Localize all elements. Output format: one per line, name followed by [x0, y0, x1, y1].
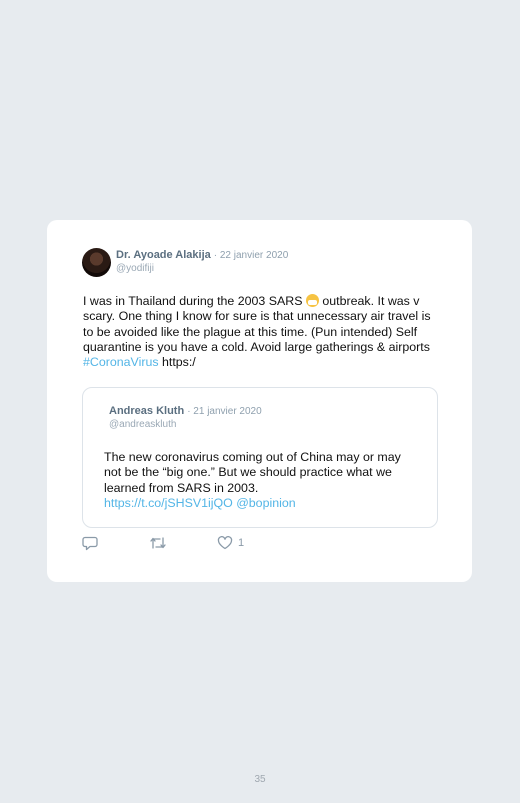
like-button[interactable]: 1 — [217, 536, 244, 550]
tweet-date: · 22 janvier 2020 — [213, 250, 289, 261]
face-with-medical-mask-icon — [305, 294, 319, 307]
tweet-text-part1: I was in Thailand during the 2003 SARS — [83, 294, 306, 308]
avatar[interactable] — [82, 248, 111, 277]
quoted-author[interactable]: Andreas Kluth · 21 janvier 2020 — [109, 405, 262, 417]
quoted-date: · 21 janvier 2020 — [187, 406, 262, 417]
quoted-handle[interactable]: @andreaskluth — [109, 419, 176, 430]
retweet-button[interactable] — [149, 536, 167, 550]
author-handle[interactable]: @yodifiji — [116, 263, 154, 274]
like-count: 1 — [238, 537, 245, 549]
quoted-author-name[interactable]: Andreas Kluth — [109, 405, 184, 417]
quoted-text: The new coronavirus coming out of China … — [104, 450, 414, 511]
quoted-text-body: The new coronavirus coming out of China … — [104, 450, 401, 495]
retweet-icon — [150, 537, 166, 549]
author-name[interactable]: Dr. Ayoade Alakija · 22 janvier 2020 — [116, 249, 288, 261]
page-number: 35 — [254, 774, 266, 785]
hashtag-link[interactable]: #CoronaVirus — [83, 355, 159, 369]
tweet-text: I was in Thailand during the 2003 SARS o… — [83, 294, 439, 370]
tweet-card: Dr. Ayoade Alakija · 22 janvier 2020 @yod… — [47, 220, 472, 582]
quoted-link[interactable]: https://t.co/jSHSV1ijQO @bopinion — [104, 496, 414, 511]
author-name-text[interactable]: Dr. Ayoade Alakija — [116, 249, 211, 261]
heart-icon — [217, 536, 233, 550]
quoted-tweet[interactable]: Andreas Kluth · 21 janvier 2020 @andreask… — [82, 387, 438, 528]
reply-button[interactable] — [82, 536, 98, 551]
reply-icon — [82, 536, 98, 551]
tweet-text-part3: https:/ — [158, 355, 196, 370]
